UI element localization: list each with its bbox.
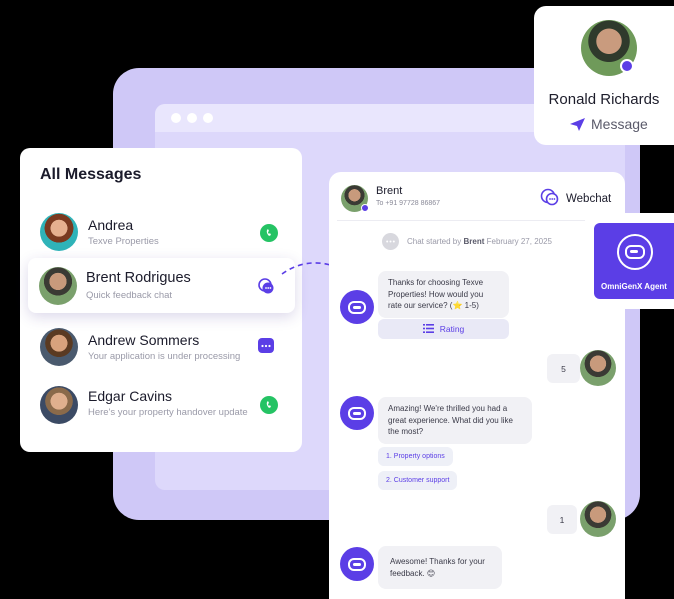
user-avatar (580, 350, 616, 386)
conversation-subtitle: Your application is under processing (88, 351, 241, 362)
chat-contact-name: Brent (376, 185, 403, 197)
bot-avatar (340, 396, 374, 430)
contact-name: Brent Rodrigues (86, 270, 191, 286)
bot-avatar (340, 547, 374, 581)
panel-title: All Messages (40, 166, 142, 183)
bot-message: Amazing! We're thrilled you had a great … (378, 397, 532, 444)
online-status-dot (361, 204, 369, 212)
conversation-item-andrea[interactable]: Andrea Texve Properties (20, 203, 302, 259)
contact-name: Edgar Cavins (88, 388, 173, 404)
bot-message: Thanks for choosing Texve Properties! Ho… (378, 271, 509, 318)
bot-message: Awesome! Thanks for your feedback. 😊 (378, 546, 502, 589)
avatar (40, 328, 78, 366)
message-button-label: Message (591, 116, 648, 132)
user-avatar (580, 501, 616, 537)
contact-name: Andrea (88, 217, 134, 233)
conversation-item-edgar[interactable]: Edgar Cavins Here's your property handov… (20, 376, 302, 432)
contact-name: Ronald Richards (548, 91, 660, 108)
agent-label: OmniGenX Agent (601, 282, 667, 291)
contact-name: Andrew Sommers (88, 332, 200, 348)
send-icon (570, 117, 585, 131)
webchat-icon (257, 277, 275, 295)
rating-button-label: Rating (439, 324, 465, 334)
channel-label: Webchat (540, 188, 611, 209)
conversation-item-andrew[interactable]: Andrew Sommers Your application is under… (20, 318, 302, 374)
robot-icon (348, 557, 366, 571)
avatar (40, 213, 78, 251)
window-dot (187, 113, 197, 123)
conversation-subtitle: Quick feedback chat (86, 290, 173, 301)
robot-icon (348, 300, 366, 314)
rating-button[interactable]: Rating (378, 319, 509, 339)
whatsapp-icon (260, 224, 278, 242)
conversation-subtitle: Here's your property handover update (88, 407, 248, 418)
started-prefix: Chat started by (407, 237, 462, 246)
user-message: 5 (547, 354, 580, 383)
conversation-item-brent[interactable]: Brent Rodrigues Quick feedback chat (28, 258, 295, 313)
message-button[interactable]: Message (570, 116, 648, 132)
chat-bubble-icon (382, 233, 399, 250)
whatsapp-icon (260, 396, 278, 414)
webchat-icon (540, 188, 560, 209)
window-dot (171, 113, 181, 123)
chat-started-note: Chat started by Brent February 27, 2025 (382, 233, 552, 250)
divider (337, 220, 617, 221)
started-by: Brent (463, 237, 485, 246)
list-icon (422, 323, 434, 335)
window-dot (203, 113, 213, 123)
online-status-dot (620, 59, 634, 73)
conversation-subtitle: Texve Properties (88, 236, 159, 247)
robot-icon (617, 234, 653, 270)
channel-label-text: Webchat (566, 192, 612, 205)
robot-icon (348, 406, 366, 420)
chat-icon (258, 338, 274, 353)
avatar (39, 267, 77, 305)
option-chip[interactable]: 2. Customer support (378, 471, 458, 490)
bot-avatar (340, 290, 374, 324)
started-date: February 27, 2025 (486, 237, 552, 246)
avatar (40, 386, 78, 424)
option-chip[interactable]: 1. Property options (378, 447, 453, 466)
chat-contact-phone: To +91 97728 86867 (376, 200, 441, 207)
user-message: 1 (547, 505, 577, 534)
